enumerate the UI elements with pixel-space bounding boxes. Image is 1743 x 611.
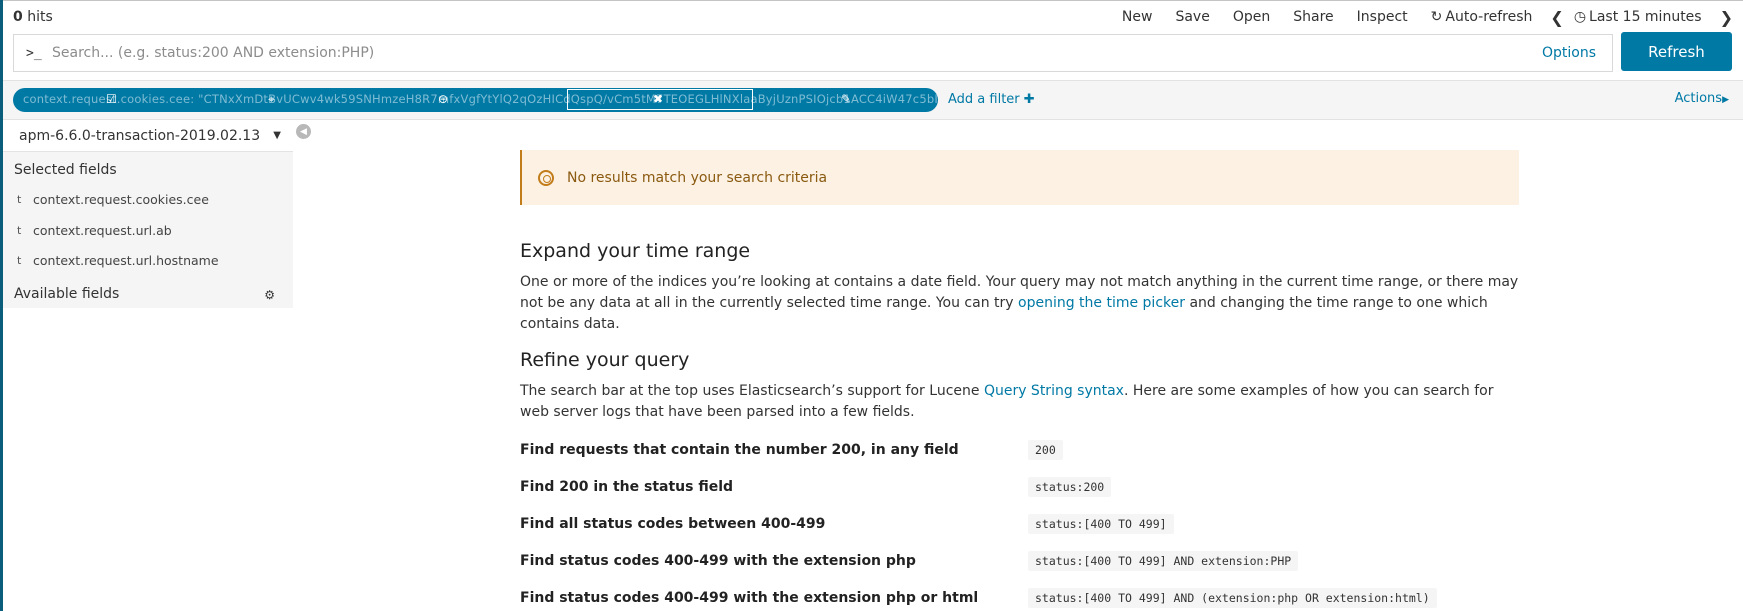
query-bar: >_ Options bbox=[13, 34, 1613, 72]
actions-link[interactable]: Actions▶ bbox=[1675, 91, 1729, 106]
new-button[interactable]: New bbox=[1114, 9, 1161, 25]
gear-icon[interactable]: ⚙ bbox=[264, 288, 275, 302]
example-code: status:200 bbox=[1028, 477, 1112, 497]
example-description: Find 200 in the status field bbox=[520, 479, 734, 495]
search-input[interactable] bbox=[46, 45, 1526, 61]
example-code: 200 bbox=[1028, 440, 1063, 460]
actions-label: Actions bbox=[1674, 91, 1723, 106]
example-description: Find status codes 400-499 with the exten… bbox=[520, 553, 916, 569]
refresh-button[interactable]: Refresh bbox=[1621, 32, 1732, 71]
example-description: Find all status codes between 400-499 bbox=[520, 516, 826, 532]
selected-fields-title: Selected fields bbox=[14, 162, 117, 178]
enable-filter-icon[interactable]: ☑ bbox=[106, 92, 117, 106]
field-item[interactable]: t context.request.cookies.cee bbox=[3, 186, 293, 212]
collapse-sidebar-icon[interactable]: ◀ bbox=[296, 124, 311, 139]
callout-text: No results match your search criteria bbox=[567, 169, 828, 186]
string-type-icon: t bbox=[17, 223, 22, 237]
refresh-icon: ↻ bbox=[1430, 9, 1443, 25]
chevron-right-icon[interactable]: ❯ bbox=[1710, 8, 1743, 27]
example-row: Find 200 in the status field status:200 bbox=[520, 473, 1520, 501]
filter-pill-label: context.request.cookies.cee: "CTNxXmDtBv… bbox=[23, 92, 938, 106]
clock-icon: ◷ bbox=[1573, 9, 1587, 25]
index-pattern-label: apm-6.6.0-transaction-2019.02.13 bbox=[19, 128, 261, 144]
hits-number: 0 bbox=[13, 9, 23, 25]
field-name: context.request.cookies.cee bbox=[33, 191, 209, 207]
index-pattern-select[interactable]: apm-6.6.0-transaction-2019.02.13 ▼ bbox=[3, 121, 293, 152]
options-link[interactable]: Options bbox=[1526, 45, 1612, 61]
edit-filter-icon[interactable]: ✎ bbox=[841, 92, 851, 106]
field-item[interactable]: t context.request.url.hostname bbox=[3, 247, 293, 273]
hits-count: 0 hits bbox=[13, 9, 53, 25]
example-row: Find status codes 400-499 with the exten… bbox=[520, 584, 1520, 611]
share-button[interactable]: Share bbox=[1285, 9, 1341, 25]
time-picker-button[interactable]: ◷ Last 15 minutes bbox=[1574, 9, 1710, 25]
string-type-icon: t bbox=[17, 253, 22, 267]
example-code: status:[400 TO 499] AND (extension:php O… bbox=[1028, 588, 1437, 608]
filter-bar: context.request.cookies.cee: "CTNxXmDtBv… bbox=[3, 80, 1743, 120]
field-name: context.request.url.hostname bbox=[33, 252, 219, 268]
refine-text-part1: The search bar at the top uses Elasticse… bbox=[520, 383, 984, 399]
example-row: Find all status codes between 400-499 st… bbox=[520, 510, 1520, 538]
query-prompt-icon: >_ bbox=[26, 45, 42, 61]
auto-refresh-label: Auto-refresh bbox=[1445, 9, 1533, 25]
add-filter-label: Add a filter bbox=[948, 92, 1020, 107]
top-nav: 0 hits New Save Open Share Inspect ↻ Auto… bbox=[13, 2, 1743, 32]
top-menu: New Save Open Share Inspect ↻ Auto-refres… bbox=[1114, 8, 1743, 27]
invert-filter-icon[interactable]: ⊖ bbox=[438, 92, 448, 106]
example-description: Find requests that contain the number 20… bbox=[520, 442, 959, 458]
delete-filter-icon[interactable]: ✖ bbox=[653, 92, 663, 106]
auto-refresh-button[interactable]: ↻ Auto-refresh bbox=[1423, 9, 1541, 25]
hits-label: hits bbox=[22, 9, 53, 25]
help-icon bbox=[538, 169, 554, 186]
example-code: status:[400 TO 499] bbox=[1028, 514, 1174, 534]
query-string-syntax-link[interactable]: Query String syntax bbox=[984, 383, 1124, 399]
caret-right-icon: ▶ bbox=[1722, 95, 1729, 105]
no-results-callout: No results match your search criteria bbox=[520, 150, 1519, 205]
field-item[interactable]: t context.request.url.ab bbox=[3, 217, 293, 243]
filter-pill[interactable]: context.request.cookies.cee: "CTNxXmDtBv… bbox=[13, 88, 938, 112]
time-range-label: Last 15 minutes bbox=[1589, 9, 1702, 25]
example-description: Find status codes 400-499 with the exten… bbox=[520, 590, 979, 606]
example-row: Find status codes 400-499 with the exten… bbox=[520, 547, 1520, 575]
chevron-left-icon[interactable]: ❮ bbox=[1540, 8, 1573, 27]
plus-icon: ✚ bbox=[1023, 92, 1035, 107]
refine-query-heading: Refine your query bbox=[520, 349, 690, 371]
add-filter-link[interactable]: Add a filter ✚ bbox=[948, 92, 1035, 107]
refine-query-text: The search bar at the top uses Elasticse… bbox=[520, 381, 1520, 423]
save-button[interactable]: Save bbox=[1167, 9, 1217, 25]
field-sidebar: apm-6.6.0-transaction-2019.02.13 ▼ Selec… bbox=[3, 121, 293, 308]
top-border bbox=[0, 0, 1743, 1]
expand-time-range-text: One or more of the indices you’re lookin… bbox=[520, 272, 1520, 335]
time-picker-link[interactable]: opening the time picker bbox=[1018, 295, 1185, 311]
example-row: Find requests that contain the number 20… bbox=[520, 436, 1520, 464]
caret-down-icon: ▼ bbox=[273, 130, 281, 141]
available-fields-title: Available fields bbox=[14, 286, 120, 302]
string-type-icon: t bbox=[17, 192, 22, 206]
open-button[interactable]: Open bbox=[1225, 9, 1278, 25]
expand-time-range-heading: Expand your time range bbox=[520, 240, 751, 262]
inspect-button[interactable]: Inspect bbox=[1349, 9, 1416, 25]
example-code: status:[400 TO 499] AND extension:PHP bbox=[1028, 551, 1299, 571]
field-name: context.request.url.ab bbox=[33, 222, 172, 238]
pin-filter-icon[interactable]: ⌖ bbox=[268, 92, 275, 106]
